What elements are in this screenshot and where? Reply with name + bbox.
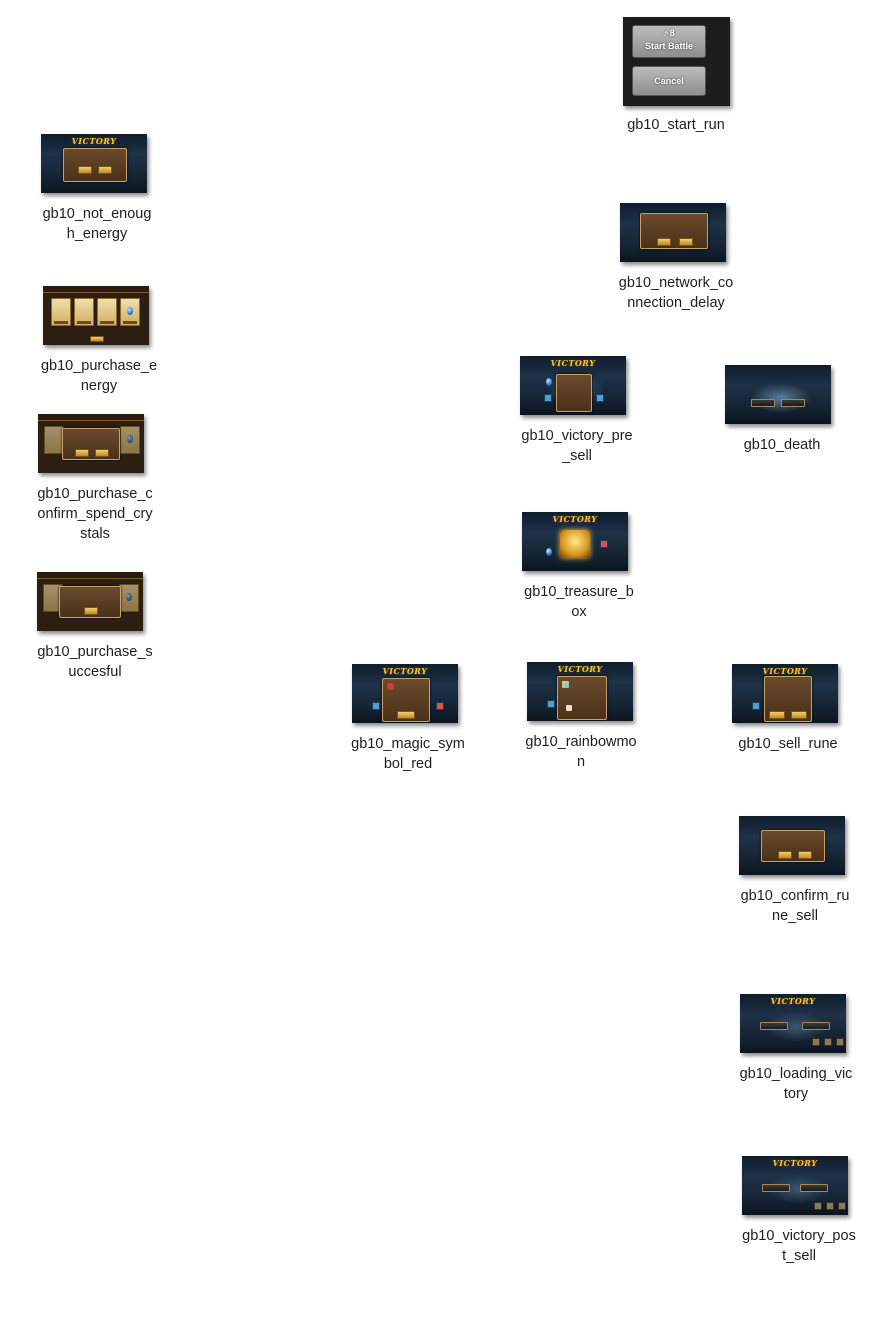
victory-title: VICTORY bbox=[382, 666, 428, 676]
treasure-chest-icon bbox=[560, 530, 590, 558]
file-label: gb10_start_run bbox=[627, 117, 725, 133]
victory-title: VICTORY bbox=[552, 514, 598, 524]
dialog bbox=[62, 428, 120, 460]
file-label: gb10_not_enoug h_energy bbox=[42, 206, 152, 242]
thumbnail: VICTORY bbox=[732, 664, 838, 723]
start-battle-label: Start Battle bbox=[644, 41, 693, 51]
thumbnail bbox=[38, 414, 144, 473]
dialog bbox=[59, 586, 121, 618]
victory-title: VICTORY bbox=[71, 136, 117, 146]
magic-symbol-icon bbox=[387, 683, 394, 690]
file-label: gb10_rainbowmo n bbox=[525, 734, 637, 770]
file-label: gb10_purchase_e nergy bbox=[40, 358, 158, 394]
cancel-button: Cancel bbox=[632, 66, 706, 96]
energy-cost: 8 bbox=[669, 28, 675, 38]
thumbnail: VICTORY bbox=[41, 134, 147, 193]
file-label: gb10_death bbox=[743, 437, 821, 453]
thumbnail: VICTORY bbox=[742, 1156, 848, 1215]
file-label: gb10_magic_sym bol_red bbox=[351, 736, 465, 772]
thumbnail: ⚡8 Start Battle Cancel bbox=[623, 17, 730, 106]
file-label: gb10_loading_vic tory bbox=[739, 1066, 853, 1102]
file-label: gb10_confirm_ru ne_sell bbox=[740, 888, 850, 924]
reward-panel bbox=[557, 676, 607, 720]
dialog bbox=[640, 213, 708, 249]
cancel-label: Cancel bbox=[654, 76, 684, 86]
thumbnail: VICTORY bbox=[527, 662, 633, 721]
file-label: gb10_victory_pre _sell bbox=[521, 428, 633, 464]
thumbnail bbox=[43, 286, 149, 345]
thumbnail: VICTORY bbox=[522, 512, 628, 571]
victory-title: VICTORY bbox=[762, 666, 808, 676]
rainbowmon-icon bbox=[562, 681, 569, 688]
thumbnail bbox=[620, 203, 726, 262]
dialog bbox=[761, 830, 825, 862]
thumbnail bbox=[739, 816, 845, 875]
file-label: gb10_treasure_b ox bbox=[524, 584, 634, 620]
victory-title: VICTORY bbox=[772, 1158, 818, 1168]
start-battle-button: ⚡8 Start Battle bbox=[632, 25, 706, 58]
file-label: gb10_victory_pos t_sell bbox=[742, 1228, 856, 1264]
victory-title: VICTORY bbox=[550, 358, 596, 368]
file-label: gb10_network_co nnection_delay bbox=[618, 275, 734, 311]
dialog bbox=[63, 148, 127, 182]
thumbnail: VICTORY bbox=[520, 356, 626, 415]
file-label: gb10_sell_rune bbox=[738, 736, 838, 752]
victory-title: VICTORY bbox=[557, 664, 603, 674]
reward-panel bbox=[556, 374, 592, 412]
thumbnail: VICTORY bbox=[740, 994, 846, 1053]
victory-title: VICTORY bbox=[770, 996, 816, 1006]
reward-panel bbox=[382, 678, 430, 722]
file-label: gb10_purchase_c onfirm_spend_cry stals bbox=[37, 486, 153, 542]
thumbnail bbox=[37, 572, 143, 631]
reward-panel bbox=[764, 676, 812, 722]
thumbnail bbox=[725, 365, 831, 424]
thumbnail: VICTORY bbox=[352, 664, 458, 723]
file-label: gb10_purchase_s uccesful bbox=[37, 644, 153, 680]
